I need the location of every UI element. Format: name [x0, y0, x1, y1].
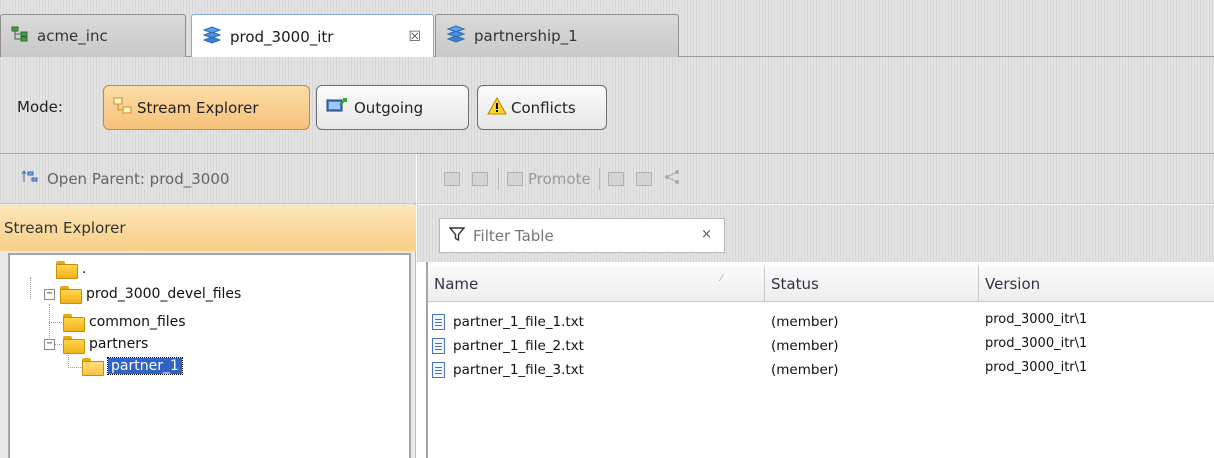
tree-node-label: prod_3000_devel_files [86, 286, 242, 302]
outgoing-button[interactable]: Outgoing [316, 85, 469, 130]
filter-box: × [439, 218, 725, 253]
folder-icon [56, 261, 78, 279]
folder-icon [63, 336, 85, 354]
tree-node-partners[interactable]: partners [63, 336, 149, 354]
open-parent-icon [21, 169, 39, 188]
tab-acme-inc[interactable]: acme_inc [0, 14, 186, 57]
collapse-toggle[interactable]: − [44, 289, 55, 300]
column-header-version[interactable]: Version [979, 266, 1214, 302]
stream-explorer-icon [113, 97, 133, 119]
collapse-toggle[interactable]: − [44, 339, 55, 350]
tree-line [55, 344, 62, 345]
promote-label: Promote [528, 169, 591, 188]
column-header-label: Name [434, 274, 479, 293]
move-up-icon[interactable] [472, 171, 488, 186]
filter-input[interactable] [473, 226, 683, 245]
filter-icon [448, 226, 466, 246]
file-name-cell: partner_1_file_2.txt [432, 335, 584, 357]
tree-node-label: partner_1 [107, 357, 183, 375]
version-cell: prod_3000_itr\1 [985, 359, 1088, 375]
conflicts-button[interactable]: Conflicts [477, 85, 607, 130]
outgoing-icon [326, 96, 350, 120]
file-name: partner_1_file_1.txt [453, 314, 584, 330]
stream-explorer-title: Stream Explorer [4, 219, 126, 237]
tab-label: partnership_1 [474, 27, 578, 45]
status-cell: (member) [771, 362, 839, 378]
tree-node-common-files[interactable]: common_files [63, 314, 186, 332]
mode-bar: Mode: Stream Explorer Outgoing Conflicts [0, 57, 1214, 154]
mode-label: Mode: [17, 98, 63, 116]
open-parent-label: Open Parent: prod_3000 [47, 169, 230, 188]
text-file-icon [432, 314, 445, 330]
file-table: Name ⁄ Status Version partner_1_file_1.t… [426, 262, 1214, 458]
tree-node-label: common_files [89, 314, 186, 330]
column-header-name[interactable]: Name ⁄ [428, 266, 765, 302]
folder-icon [60, 286, 82, 304]
version-cell: prod_3000_itr\1 [985, 311, 1088, 327]
copy-icon[interactable] [635, 171, 652, 186]
promote-button[interactable]: Promote [507, 170, 591, 188]
text-file-icon [432, 338, 445, 354]
tab-bar: acme_inc prod_3000_itr ☒ partnership_1 [0, 0, 1214, 58]
tab-label: prod_3000_itr [230, 27, 334, 46]
file-name: partner_1_file_3.txt [453, 362, 584, 378]
stream-explorer-label: Stream Explorer [137, 98, 259, 117]
table-row[interactable]: partner_1_file_1.txt (member) prod_3000_… [428, 311, 1214, 333]
stream-explorer-header: Stream Explorer [0, 205, 416, 251]
stream-icon [202, 25, 222, 48]
right-panel: Promote × Name ⁄ Status [417, 154, 1214, 458]
close-icon[interactable]: ☒ [408, 29, 421, 45]
tree-line [68, 367, 81, 368]
column-header-status[interactable]: Status [765, 266, 979, 302]
table-row[interactable]: partner_1_file_2.txt (member) prod_3000_… [428, 335, 1214, 357]
tree-node-prod-3000-devel-files[interactable]: prod_3000_devel_files [60, 286, 242, 304]
folder-icon [63, 314, 85, 332]
status-cell: (member) [771, 314, 839, 330]
left-panel: Open Parent: prod_3000 Stream Explorer .… [0, 154, 416, 458]
tree-node-root[interactable]: . [56, 261, 87, 279]
clear-filter-icon[interactable]: × [701, 227, 712, 242]
action-toolbar: Promote [417, 154, 1214, 204]
column-header-label: Version [985, 274, 1041, 293]
tree-node-label: partners [89, 336, 149, 352]
file-name: partner_1_file_2.txt [453, 338, 584, 354]
toolbar-separator [498, 167, 499, 190]
tree-node-partner-1[interactable]: partner_1 [82, 357, 183, 376]
outgoing-label: Outgoing [354, 98, 424, 117]
tab-prod-3000-itr[interactable]: prod_3000_itr ☒ [191, 14, 434, 58]
promote-icon [507, 171, 523, 186]
file-name-cell: partner_1_file_3.txt [432, 359, 584, 381]
sort-icon: ⁄ [720, 274, 722, 284]
stream-icon [446, 25, 466, 47]
tab-partnership-1[interactable]: partnership_1 [435, 14, 679, 57]
text-file-icon [432, 362, 445, 378]
stream-explorer-button[interactable]: Stream Explorer [103, 85, 310, 130]
add-icon[interactable] [444, 171, 460, 186]
version-cell: prod_3000_itr\1 [985, 335, 1088, 351]
stream-tree: . − prod_3000_devel_files common_files −… [8, 253, 411, 458]
table-row[interactable]: partner_1_file_3.txt (member) prod_3000_… [428, 359, 1214, 381]
conflicts-label: Conflicts [511, 98, 576, 117]
warning-icon [487, 96, 507, 119]
open-folder-icon [82, 358, 104, 376]
status-cell: (member) [771, 338, 839, 354]
open-parent-button[interactable]: Open Parent: prod_3000 [0, 154, 416, 204]
tree-line [49, 322, 62, 323]
filter-bar: × [417, 205, 1214, 262]
share-icon[interactable] [664, 169, 680, 188]
tree-line [30, 277, 31, 299]
document-icon[interactable] [607, 171, 624, 186]
tree-node-label: . [82, 261, 87, 277]
tab-label: acme_inc [37, 27, 108, 45]
column-header-label: Status [771, 274, 819, 293]
workspace-icon [11, 26, 29, 46]
toolbar-separator [598, 167, 600, 190]
file-name-cell: partner_1_file_1.txt [432, 311, 584, 333]
